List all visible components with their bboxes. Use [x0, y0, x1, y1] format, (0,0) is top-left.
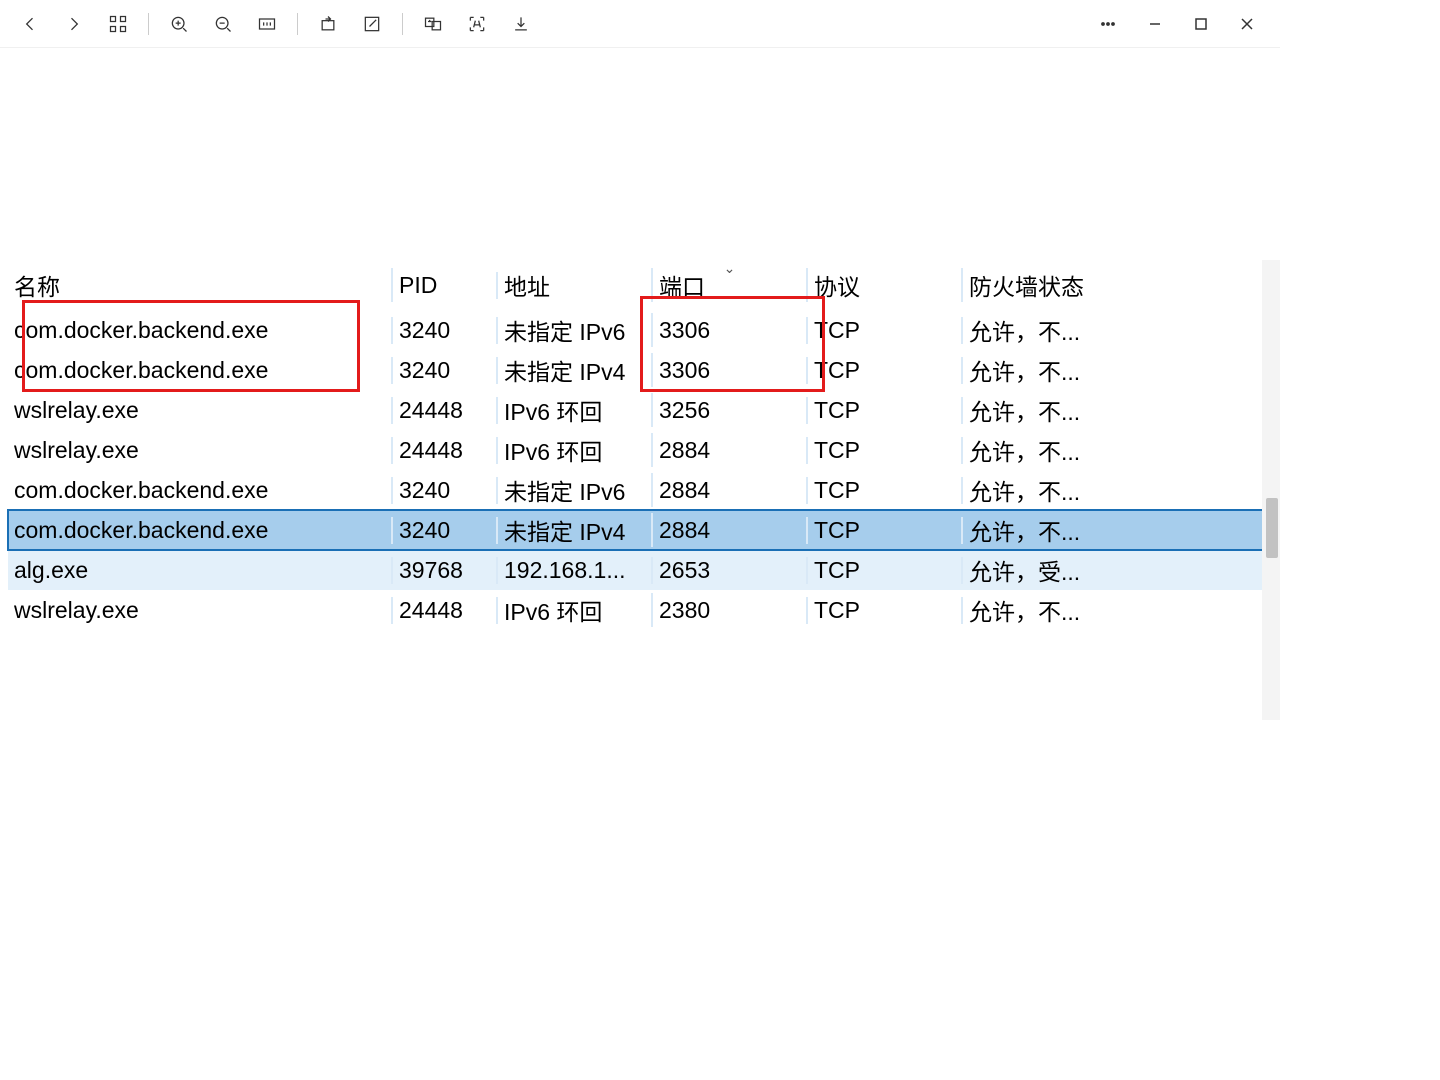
col-header-name[interactable]: 名称	[8, 268, 393, 302]
table-row[interactable]: wslrelay.exe24448IPv6 环回3256TCP允许，不...	[8, 390, 1272, 430]
col-header-protocol[interactable]: 协议	[808, 268, 963, 302]
separator	[148, 13, 149, 35]
cell-firewall: 允许，不...	[963, 353, 1143, 387]
cell-pid: 3240	[393, 317, 498, 344]
col-header-port[interactable]: ⌄ 端口	[653, 268, 808, 302]
table-header-row: 名称 PID 地址 ⌄ 端口 协议 防火墙状态	[8, 260, 1272, 310]
cell-name: wslrelay.exe	[8, 437, 393, 464]
apps-button[interactable]	[98, 4, 138, 44]
separator	[297, 13, 298, 35]
window-controls	[1132, 4, 1270, 44]
col-header-pid[interactable]: PID	[393, 272, 498, 299]
cell-address: 未指定 IPv6	[498, 313, 653, 347]
cell-name: com.docker.backend.exe	[8, 357, 393, 384]
cell-address: 未指定 IPv6	[498, 473, 653, 507]
cell-protocol: TCP	[808, 517, 963, 544]
cell-protocol: TCP	[808, 437, 963, 464]
sort-indicator-icon: ⌄	[724, 268, 736, 277]
cell-port: 3256	[653, 397, 808, 424]
cell-pid: 3240	[393, 357, 498, 384]
zoom-out-button[interactable]	[203, 4, 243, 44]
cell-protocol: TCP	[808, 317, 963, 344]
cell-port: 3306	[653, 357, 808, 384]
cell-protocol: TCP	[808, 477, 963, 504]
separator	[402, 13, 403, 35]
table-row[interactable]: alg.exe39768192.168.1...2653TCP允许，受...	[8, 550, 1272, 590]
more-button[interactable]	[1088, 4, 1128, 44]
table-row[interactable]: com.docker.backend.exe3240未指定 IPv63306TC…	[8, 310, 1272, 350]
cell-firewall: 允许，不...	[963, 393, 1143, 427]
cell-port: 2884	[653, 477, 808, 504]
cell-name: wslrelay.exe	[8, 397, 393, 424]
rotate-button[interactable]	[308, 4, 348, 44]
cell-firewall: 允许，不...	[963, 593, 1143, 627]
cell-address: 未指定 IPv4	[498, 513, 653, 547]
back-button[interactable]	[10, 4, 50, 44]
scrollbar-track[interactable]	[1262, 260, 1280, 720]
forward-button[interactable]	[54, 4, 94, 44]
cell-firewall: 允许，不...	[963, 513, 1143, 547]
cell-address: 未指定 IPv4	[498, 353, 653, 387]
table-row[interactable]: com.docker.backend.exe3240未指定 IPv62884TC…	[8, 470, 1272, 510]
process-table: 名称 PID 地址 ⌄ 端口 协议 防火墙状态 com.docker.backe…	[8, 260, 1272, 630]
cell-address: 192.168.1...	[498, 557, 653, 584]
ocr-button[interactable]	[457, 4, 497, 44]
cell-address: IPv6 环回	[498, 593, 653, 627]
cell-port: 3306	[653, 317, 808, 344]
translate-button[interactable]	[413, 4, 453, 44]
cell-name: com.docker.backend.exe	[8, 317, 393, 344]
col-header-address[interactable]: 地址	[498, 268, 653, 302]
maximize-button[interactable]	[1178, 4, 1224, 44]
cell-address: IPv6 环回	[498, 393, 653, 427]
cell-pid: 3240	[393, 477, 498, 504]
toolbar	[0, 0, 1280, 48]
cell-protocol: TCP	[808, 597, 963, 624]
cell-port: 2653	[653, 557, 808, 584]
cell-port: 2884	[653, 437, 808, 464]
table-row[interactable]: wslrelay.exe24448IPv6 环回2884TCP允许，不...	[8, 430, 1272, 470]
cell-pid: 24448	[393, 597, 498, 624]
table-row[interactable]: wslrelay.exe24448IPv6 环回2380TCP允许，不...	[8, 590, 1272, 630]
cell-pid: 24448	[393, 397, 498, 424]
content-area: 名称 PID 地址 ⌄ 端口 协议 防火墙状态 com.docker.backe…	[0, 48, 1280, 960]
close-button[interactable]	[1224, 4, 1270, 44]
save-button[interactable]	[501, 4, 541, 44]
cell-name: com.docker.backend.exe	[8, 517, 393, 544]
cell-address: IPv6 环回	[498, 433, 653, 467]
cell-name: alg.exe	[8, 557, 393, 584]
cell-firewall: 允许，受...	[963, 553, 1143, 587]
cell-pid: 3240	[393, 517, 498, 544]
cell-name: com.docker.backend.exe	[8, 477, 393, 504]
cell-firewall: 允许，不...	[963, 313, 1143, 347]
col-header-firewall[interactable]: 防火墙状态	[963, 268, 1143, 302]
cell-protocol: TCP	[808, 357, 963, 384]
cell-pid: 39768	[393, 557, 498, 584]
minimize-button[interactable]	[1132, 4, 1178, 44]
cell-name: wslrelay.exe	[8, 597, 393, 624]
edit-button[interactable]	[352, 4, 392, 44]
actual-size-button[interactable]	[247, 4, 287, 44]
cell-firewall: 允许，不...	[963, 473, 1143, 507]
table-row[interactable]: com.docker.backend.exe3240未指定 IPv42884TC…	[8, 510, 1272, 550]
cell-protocol: TCP	[808, 397, 963, 424]
cell-port: 2380	[653, 597, 808, 624]
cell-pid: 24448	[393, 437, 498, 464]
cell-protocol: TCP	[808, 557, 963, 584]
col-header-port-label: 端口	[659, 274, 705, 300]
cell-port: 2884	[653, 517, 808, 544]
scrollbar-thumb[interactable]	[1266, 498, 1278, 558]
zoom-in-button[interactable]	[159, 4, 199, 44]
table-body: com.docker.backend.exe3240未指定 IPv63306TC…	[8, 310, 1272, 630]
cell-firewall: 允许，不...	[963, 433, 1143, 467]
table-row[interactable]: com.docker.backend.exe3240未指定 IPv43306TC…	[8, 350, 1272, 390]
